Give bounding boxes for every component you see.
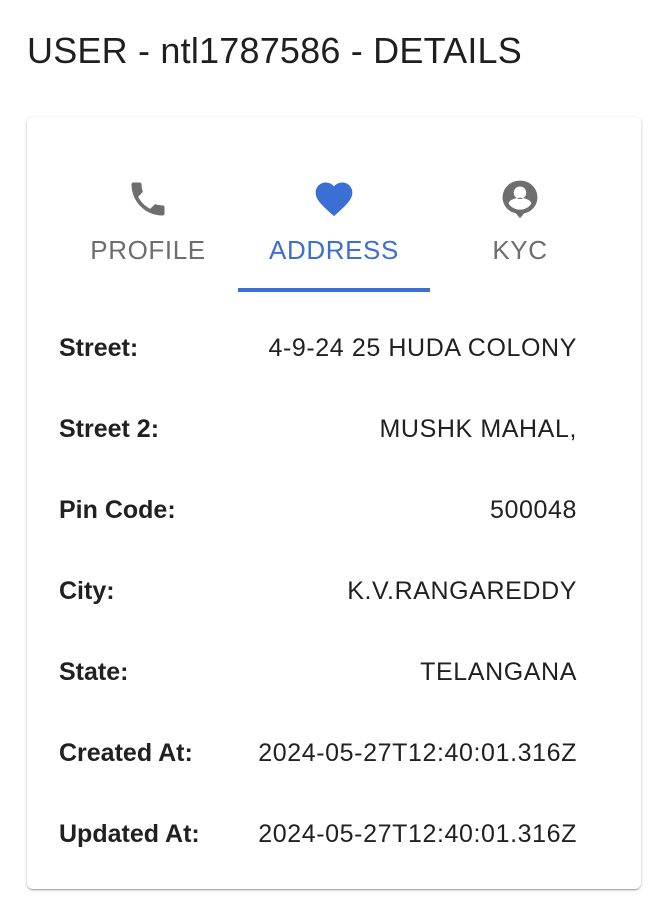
street-label: Street: [59, 334, 139, 362]
updated-at-value: 2024-05-27T12:40:01.316Z [258, 820, 577, 848]
active-tab-indicator [238, 288, 430, 292]
created-at-value: 2024-05-27T12:40:01.316Z [258, 739, 577, 767]
detail-row-street-2: Street 2: MUSHK MAHAL, [59, 412, 577, 446]
created-at-label: Created At: [59, 739, 193, 767]
detail-row-created-at: Created At: 2024-05-27T12:40:01.316Z [59, 736, 577, 770]
account-pin-icon [427, 177, 613, 219]
phone-icon [55, 177, 241, 219]
state-label: State: [59, 658, 129, 686]
tab-profile[interactable]: PROFILE [55, 157, 241, 292]
user-details-card: PROFILE ADDRESS KYC Street: 4-9-24 25 HU… [27, 117, 641, 889]
detail-row-updated-at: Updated At: 2024-05-27T12:40:01.316Z [59, 817, 577, 851]
tab-address[interactable]: ADDRESS [241, 157, 427, 292]
street-2-value: MUSHK MAHAL, [379, 415, 577, 443]
tab-bar: PROFILE ADDRESS KYC [55, 157, 613, 292]
tab-address-label: ADDRESS [269, 235, 399, 265]
pin-code-label: Pin Code: [59, 496, 176, 524]
tab-kyc-label: KYC [492, 235, 548, 265]
detail-row-pin-code: Pin Code: 500048 [59, 493, 577, 527]
pin-code-value: 500048 [489, 496, 577, 524]
page-title: USER - ntl1787586 - DETAILS [27, 30, 522, 71]
detail-row-city: City: K.V.RANGAREDDY [59, 574, 577, 608]
detail-row-street: Street: 4-9-24 25 HUDA COLONY [59, 331, 577, 365]
city-label: City: [59, 577, 115, 605]
city-value: K.V.RANGAREDDY [347, 577, 577, 605]
street-2-label: Street 2: [59, 415, 160, 443]
street-value: 4-9-24 25 HUDA COLONY [268, 334, 577, 362]
updated-at-label: Updated At: [59, 820, 200, 848]
heart-icon [241, 177, 427, 219]
tab-profile-label: PROFILE [90, 235, 206, 265]
tab-kyc[interactable]: KYC [427, 157, 613, 292]
detail-row-state: State: TELANGANA [59, 655, 577, 689]
state-value: TELANGANA [420, 658, 577, 686]
